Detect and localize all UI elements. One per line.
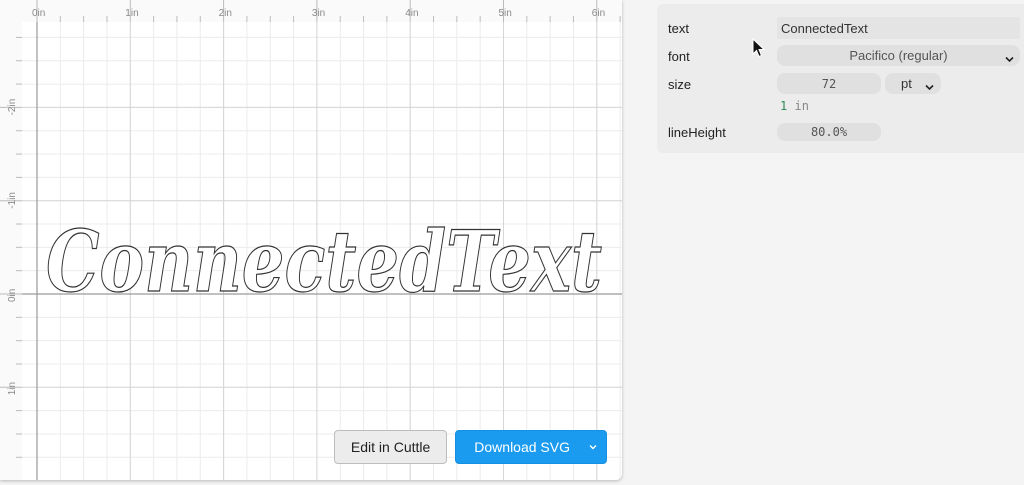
ruler-y-label: 1in bbox=[7, 382, 18, 395]
font-select[interactable]: Pacifico (regular) bbox=[777, 45, 1020, 66]
chevron-down-icon[interactable] bbox=[580, 431, 606, 463]
lineheight-param-label: lineHeight bbox=[668, 125, 726, 140]
text-input-value: ConnectedText bbox=[781, 20, 868, 36]
download-svg-button[interactable]: Download SVG bbox=[455, 430, 607, 464]
edit-in-cuttle-button[interactable]: Edit in Cuttle bbox=[333, 430, 448, 464]
ruler-x-label: 1in bbox=[125, 8, 138, 19]
mouse-pointer-icon bbox=[752, 38, 766, 58]
size-unit-value: pt bbox=[901, 76, 912, 91]
parameters-panel: text ConnectedText font Pacifico (regula… bbox=[657, 4, 1024, 153]
font-select-value: Pacifico (regular) bbox=[849, 48, 948, 63]
chevron-down-icon bbox=[925, 79, 934, 94]
ruler-left bbox=[0, 0, 22, 480]
font-param-label: font bbox=[668, 49, 690, 64]
text-param-label: text bbox=[668, 21, 689, 36]
ruler-x-label: 2in bbox=[219, 8, 232, 19]
lineheight-input-value: 80.0% bbox=[810, 125, 848, 139]
download-svg-label[interactable]: Download SVG bbox=[456, 431, 580, 463]
size-converted-readout: 1 in bbox=[780, 99, 809, 113]
ruler-x-label: 4in bbox=[405, 8, 418, 19]
size-converted-unit: in bbox=[794, 99, 809, 113]
ruler-x-label: 6in bbox=[592, 8, 605, 19]
preview-text-outline: ConnectedText bbox=[46, 212, 602, 311]
size-param-label: size bbox=[668, 77, 692, 92]
canvas-area[interactable]: 0in 1in 2in 3in 4in 5in 6in -2in -1in 0in 1in Conne… bbox=[0, 0, 622, 480]
ruler-y-label: 0in bbox=[7, 289, 18, 302]
ruler-y-label: -2in bbox=[7, 99, 18, 116]
size-input-value: 72 bbox=[821, 76, 837, 91]
ruler-y-label: -1in bbox=[7, 192, 18, 209]
size-converted-value: 1 bbox=[780, 99, 788, 113]
text-input[interactable]: ConnectedText bbox=[777, 17, 1020, 39]
size-input[interactable]: 72 bbox=[777, 73, 881, 94]
canvas-actions: Edit in Cuttle Download SVG bbox=[333, 430, 607, 464]
ruler-x-label: 0in bbox=[32, 8, 45, 19]
ruler-x-label: 5in bbox=[499, 8, 512, 19]
size-unit-select[interactable]: pt bbox=[885, 73, 941, 94]
canvas-grid: 0in 1in 2in 3in 4in 5in 6in -2in -1in 0in 1in Conne… bbox=[0, 0, 622, 480]
chevron-down-icon bbox=[1005, 51, 1014, 66]
lineheight-input[interactable]: 80.0% bbox=[777, 123, 881, 141]
ruler-x-label: 3in bbox=[312, 8, 325, 19]
